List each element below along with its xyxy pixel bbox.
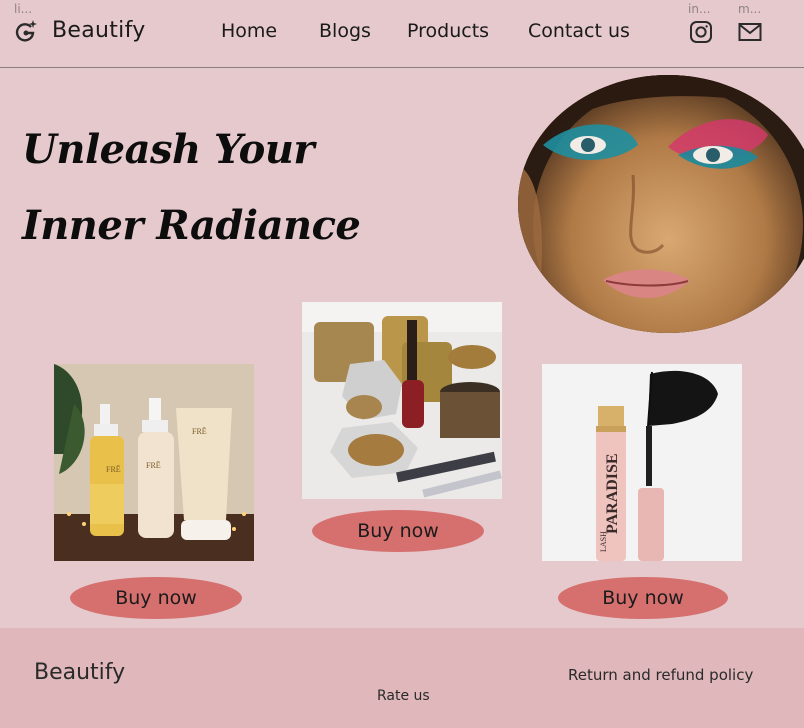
mail-link-text[interactable]: m... xyxy=(738,2,761,16)
mascara-sub-label: LASH xyxy=(599,531,608,552)
tube-brand-label: FRĒ xyxy=(192,427,207,436)
bottle-brand-label: FRĒ xyxy=(106,465,121,474)
main-nav: Home Blogs Products Contact us xyxy=(0,20,804,48)
rate-us-link[interactable]: Rate us xyxy=(377,688,430,704)
footer-brand[interactable]: Beautify xyxy=(34,660,125,685)
skincare-bottles-photo: FRĒ FRĒ FRĒ xyxy=(54,364,254,561)
mail-icon[interactable] xyxy=(738,20,762,44)
page: li... in... m... Beautify Home Blogs Pro… xyxy=(0,0,804,728)
hero-title-line-2: Inner Radiance xyxy=(22,202,361,249)
nav-contact-us[interactable]: Contact us xyxy=(528,20,630,42)
instagram-icon[interactable] xyxy=(689,20,713,44)
product-image-skincare[interactable]: FRĒ FRĒ FRĒ xyxy=(54,364,254,561)
mascara-brand-label: PARADISE xyxy=(604,453,621,534)
refund-policy-link[interactable]: Return and refund policy xyxy=(568,666,753,684)
buy-now-button-1[interactable]: Buy now xyxy=(70,577,242,619)
linkedin-link-text[interactable]: li... xyxy=(14,2,32,16)
highlighter-compact-photo xyxy=(302,302,502,499)
hero-model-photo xyxy=(518,75,804,333)
mascara-photo: PARADISE LASH xyxy=(542,364,742,561)
buy-now-button-3[interactable]: Buy now xyxy=(558,577,728,619)
nav-home[interactable]: Home xyxy=(221,20,277,42)
hero-title: Unleash Your Inner Radiance xyxy=(22,112,442,264)
product-image-mascara[interactable]: PARADISE LASH xyxy=(542,364,742,561)
nav-blogs[interactable]: Blogs xyxy=(319,20,371,42)
instagram-link-text[interactable]: in... xyxy=(688,2,710,16)
site-header: li... in... m... Beautify Home Blogs Pro… xyxy=(0,0,804,68)
product-image-highlighter[interactable] xyxy=(302,302,502,499)
bottle-brand-label-2: FRĒ xyxy=(146,461,161,470)
model-face-illustration xyxy=(518,75,804,333)
site-footer: Beautify Rate us Return and refund polic… xyxy=(0,628,804,728)
buy-now-button-2[interactable]: Buy now xyxy=(312,510,484,552)
hero-title-line-1: Unleash Your xyxy=(22,126,314,173)
nav-products[interactable]: Products xyxy=(407,20,489,42)
